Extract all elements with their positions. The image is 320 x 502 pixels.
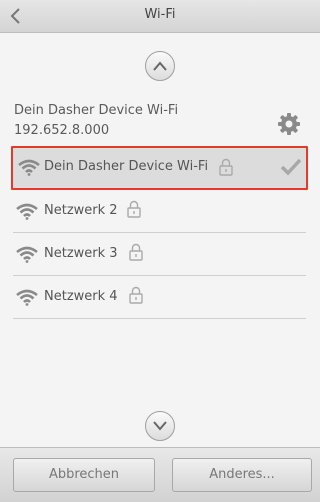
wifi-icon xyxy=(18,159,40,176)
device-name: Dein Dasher Device Wi-Fi xyxy=(14,103,179,118)
lock-icon xyxy=(127,200,141,218)
other-network-button[interactable]: Anderes... xyxy=(172,458,312,492)
network-list: Dein Dasher Device Wi-Fi Netzwerk 2 Netz… xyxy=(11,146,308,319)
device-ip-address: 192.652.8.000 xyxy=(14,123,110,138)
cancel-button[interactable]: Abbrechen xyxy=(13,458,155,492)
network-label: Dein Dasher Device Wi-Fi xyxy=(44,159,209,174)
page-title: Wi-Fi xyxy=(144,7,176,22)
check-icon xyxy=(280,158,302,176)
chevron-up-icon xyxy=(153,61,167,71)
network-label: Netzwerk 3 xyxy=(44,246,118,261)
network-item[interactable]: Netzwerk 4 xyxy=(13,276,306,319)
title-bar: Wi-Fi xyxy=(0,0,320,33)
wifi-icon xyxy=(16,289,38,306)
lock-icon xyxy=(219,158,233,176)
settings-button[interactable] xyxy=(277,112,301,136)
chevron-down-icon xyxy=(153,421,167,431)
network-label: Netzwerk 2 xyxy=(44,203,118,218)
network-item[interactable]: Netzwerk 2 xyxy=(13,190,306,233)
footer-toolbar: Abbrechen Anderes... xyxy=(0,447,320,502)
gear-icon xyxy=(278,113,300,135)
network-label: Netzwerk 4 xyxy=(44,289,118,304)
scroll-down-button[interactable] xyxy=(145,411,175,441)
wifi-icon xyxy=(16,246,38,263)
scroll-up-button[interactable] xyxy=(145,51,175,81)
network-item-selected[interactable]: Dein Dasher Device Wi-Fi xyxy=(11,146,308,190)
wifi-icon xyxy=(16,203,38,220)
network-item[interactable]: Netzwerk 3 xyxy=(13,233,306,276)
lock-icon xyxy=(129,243,143,261)
lock-icon xyxy=(129,286,143,304)
